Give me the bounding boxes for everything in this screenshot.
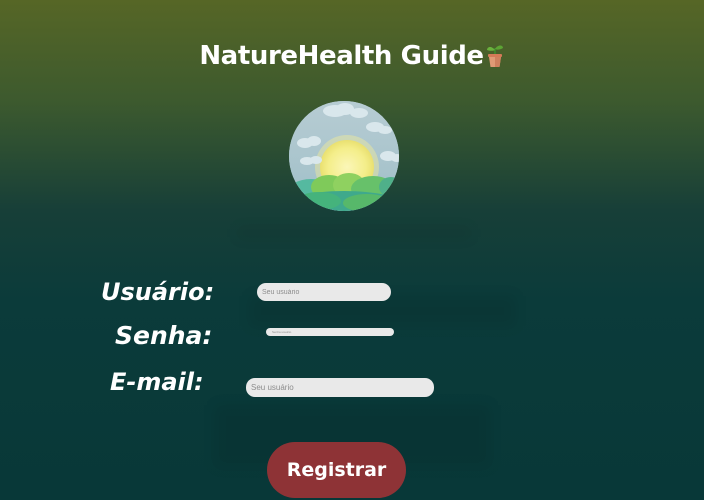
password-label: Senha: — [115, 321, 213, 350]
register-button[interactable]: Registrar — [267, 442, 406, 498]
email-input[interactable] — [246, 378, 434, 397]
username-input[interactable] — [257, 283, 391, 301]
email-label: E-mail: — [110, 368, 204, 396]
avatar — [289, 101, 399, 211]
background-shadow — [238, 228, 470, 238]
app-title: NatureHealth Guide — [199, 41, 484, 71]
registration-page: NatureHealth Guide Usuário: Seu usuário … — [0, 0, 704, 500]
password-input[interactable] — [266, 328, 394, 336]
app-header: NatureHealth Guide — [0, 40, 704, 72]
username-label: Usuário: — [101, 278, 215, 306]
potted-plant-icon — [485, 42, 505, 70]
sunrise-landscape-icon — [289, 101, 399, 211]
